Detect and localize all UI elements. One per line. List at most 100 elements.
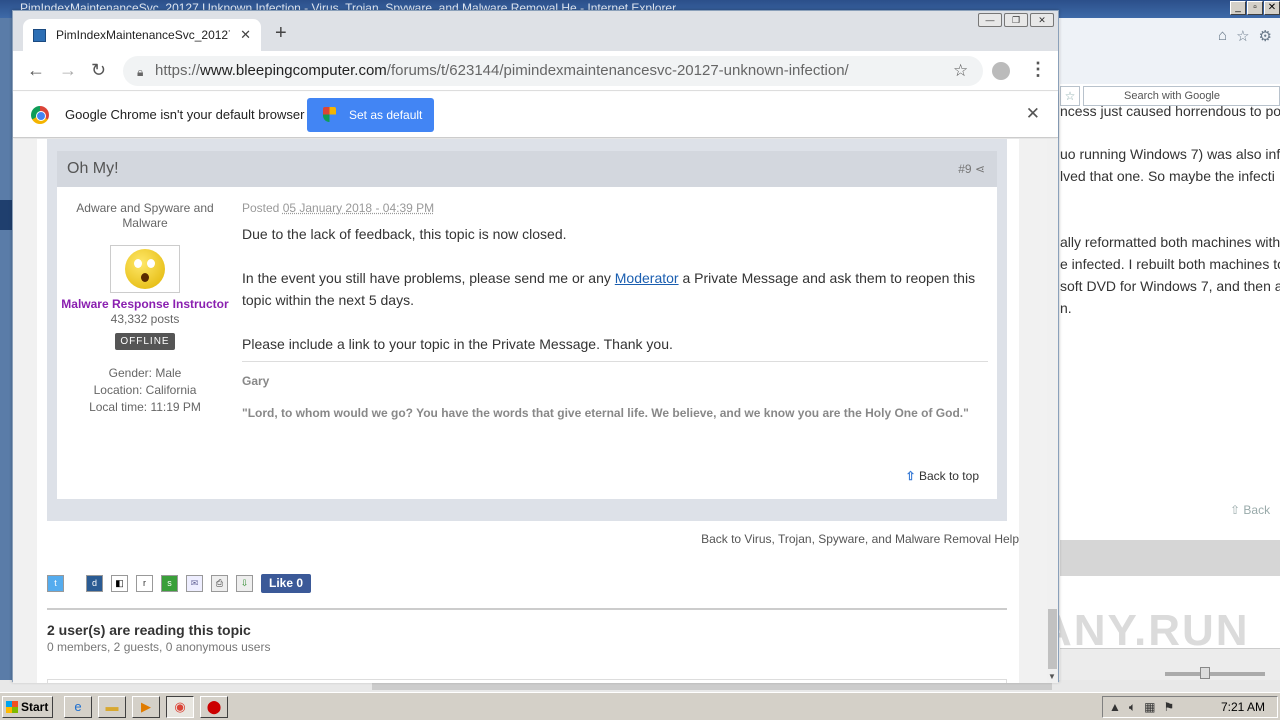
- posted-date-value[interactable]: 05 January 2018 - 04:39 PM: [283, 201, 434, 215]
- media-player-icon[interactable]: ▶: [132, 696, 160, 718]
- url-host: www.bleepingcomputer.com: [200, 62, 387, 79]
- url-path: /forums/t/623144/pimindexmaintenancesvc-…: [386, 62, 849, 79]
- page-viewport: Oh My! #9 ⋖ Adware and Spyware and Malwa…: [13, 139, 1047, 683]
- ie-back-to-top-link[interactable]: ⇧ Back: [1230, 503, 1270, 517]
- signature-quote: "Lord, to whom would we go? You have the…: [242, 406, 969, 420]
- delicious-icon[interactable]: ◧: [111, 575, 128, 592]
- new-tab-plus-icon[interactable]: +: [275, 23, 287, 43]
- author-avatar[interactable]: [110, 245, 180, 293]
- download-icon[interactable]: ⇩: [236, 575, 253, 592]
- readers-heading: 2 user(s) are reading this topic: [47, 622, 251, 638]
- restore-icon[interactable]: ▫: [1247, 1, 1263, 15]
- gear-icon[interactable]: ⚙: [1259, 27, 1272, 45]
- anyrun-watermark: ANY.RUN: [1040, 606, 1250, 655]
- infobar-close-icon[interactable]: ✕: [1026, 104, 1040, 124]
- author-name-link[interactable]: Malware Response Instructor: [57, 297, 233, 312]
- action-center-flag-icon[interactable]: ⚑: [1163, 697, 1174, 717]
- ie-back-label: Back: [1243, 503, 1271, 517]
- desktop-edge: [0, 18, 12, 682]
- lock-icon[interactable]: 🔒︎: [137, 65, 143, 80]
- profile-avatar-icon[interactable]: [992, 62, 1010, 80]
- set-default-button[interactable]: Set as default: [307, 98, 434, 132]
- moderator-link[interactable]: Moderator: [615, 270, 679, 286]
- posted-date: Posted 05 January 2018 - 04:39 PM: [242, 201, 988, 215]
- post-title: Oh My!: [67, 160, 119, 177]
- post-paragraph: In the event you still have problems, pl…: [242, 267, 988, 311]
- restore-icon[interactable]: ❐: [1004, 13, 1028, 27]
- minimize-icon[interactable]: _: [1230, 1, 1246, 15]
- gender-label: Gender:: [108, 366, 152, 380]
- post-number: #9: [958, 162, 972, 176]
- explorer-folder-icon[interactable]: ▬: [98, 696, 126, 718]
- show-hidden-icons-icon[interactable]: ▲: [1109, 697, 1121, 717]
- favorites-star-icon[interactable]: ☆: [1236, 27, 1249, 45]
- reload-icon[interactable]: ↻: [91, 60, 106, 80]
- forum-column: Oh My! #9 ⋖ Adware and Spyware and Malwa…: [37, 139, 1019, 683]
- tab-strip: PimIndexMaintenanceSvc_20127 Un ✕ + — ❐ …: [13, 11, 1058, 51]
- close-icon[interactable]: ✕: [1030, 13, 1054, 27]
- author-location: Location: California: [57, 383, 233, 398]
- print-icon[interactable]: ⎙: [211, 575, 228, 592]
- ad-box: [47, 679, 1007, 683]
- volume-icon[interactable]: 🔈︎: [1129, 697, 1136, 717]
- start-label: Start: [21, 700, 49, 714]
- share-toolbar: t d ◧ r s ✉ ⎙ ⇩ Like 0: [47, 574, 312, 593]
- author-group: Adware and Spyware and Malware: [76, 201, 214, 230]
- minimize-icon[interactable]: —: [978, 13, 1002, 27]
- active-tab[interactable]: PimIndexMaintenanceSvc_20127 Un ✕: [23, 19, 261, 51]
- stumbleupon-icon[interactable]: s: [161, 575, 178, 592]
- scrollbar-thumb[interactable]: [372, 682, 1052, 690]
- url-scheme: https://: [155, 62, 201, 79]
- facebook-like-button[interactable]: Like 0: [261, 574, 312, 593]
- bookmark-star-icon[interactable]: ☆: [953, 61, 968, 81]
- digg-icon[interactable]: d: [86, 575, 103, 592]
- back-to-forum-link[interactable]: Back to Virus, Trojan, Spyware, and Malw…: [701, 532, 1019, 546]
- forward-arrow-icon[interactable]: →: [59, 60, 77, 80]
- infobar-message: Google Chrome isn't your default browser: [65, 107, 305, 122]
- opera-icon[interactable]: ⬤: [200, 696, 228, 718]
- ie-text-line: e infected. I rebuilt both machines to: [1060, 256, 1280, 272]
- share-icon[interactable]: ⋖: [975, 162, 985, 176]
- email-icon[interactable]: ✉: [186, 575, 203, 592]
- author-post-count: 43,332 posts: [110, 312, 180, 326]
- chrome-window-controls: — ❐ ✕: [978, 13, 1054, 27]
- zoom-slider-track[interactable]: [1165, 672, 1265, 676]
- twitter-icon[interactable]: t: [47, 575, 64, 592]
- close-icon[interactable]: ✕: [1264, 1, 1280, 15]
- chrome-window: PimIndexMaintenanceSvc_20127 Un ✕ + — ❐ …: [12, 10, 1059, 683]
- zoom-slider-knob[interactable]: [1200, 667, 1210, 679]
- scroll-down-icon[interactable]: ▼: [1048, 672, 1056, 681]
- start-button[interactable]: Start: [2, 696, 53, 718]
- ie-taskbar-icon[interactable]: e: [64, 696, 92, 718]
- chrome-taskbar-icon[interactable]: ◉: [166, 696, 194, 718]
- posted-label: Posted: [242, 201, 280, 215]
- scrollbar-thumb[interactable]: [1048, 609, 1057, 669]
- set-default-label: Set as default: [349, 108, 423, 122]
- home-icon[interactable]: ⌂: [1218, 27, 1227, 45]
- gender-value: Male: [155, 366, 182, 380]
- back-arrow-icon[interactable]: ←: [27, 60, 45, 80]
- vertical-scrollbar[interactable]: ▼: [1047, 139, 1058, 683]
- ie-text-line: ncess just caused horrendous to pop: [1060, 103, 1280, 119]
- post-number-link[interactable]: #9 ⋖: [958, 151, 985, 187]
- system-tray: ▲ 🔈︎ ▦ ⚑ 7:21 AM: [1102, 696, 1278, 718]
- chrome-toolbar: ← → ↻ https://www.bleepingcomputer.com/f…: [13, 51, 1058, 91]
- ie-text-line: n.: [1060, 300, 1072, 316]
- kebab-menu-icon[interactable]: ⋮: [1029, 59, 1047, 80]
- signature-name: Gary: [242, 374, 270, 388]
- signature: Gary "Lord, to whom would we go? You hav…: [242, 361, 988, 424]
- default-browser-infobar: Google Chrome isn't your default browser…: [13, 92, 1058, 138]
- desktop-edge-dark: [0, 200, 12, 230]
- back-to-top-link[interactable]: ⇧ Back to top: [906, 469, 979, 483]
- tab-close-icon[interactable]: ✕: [240, 27, 251, 43]
- post-content: Posted 05 January 2018 - 04:39 PM Due to…: [242, 201, 988, 424]
- localtime-value: 11:19 PM: [150, 400, 201, 414]
- chrome-logo-icon: [31, 106, 49, 124]
- network-icon[interactable]: ▦: [1144, 697, 1155, 717]
- post-paragraph: Due to the lack of feedback, this topic …: [242, 226, 567, 242]
- reddit-icon[interactable]: r: [136, 575, 153, 592]
- location-value: California: [145, 383, 197, 397]
- address-bar[interactable]: https://www.bleepingcomputer.com/forums/…: [123, 56, 983, 86]
- clock[interactable]: 7:21 AM: [1221, 697, 1265, 717]
- like-label: Like 0: [269, 576, 304, 590]
